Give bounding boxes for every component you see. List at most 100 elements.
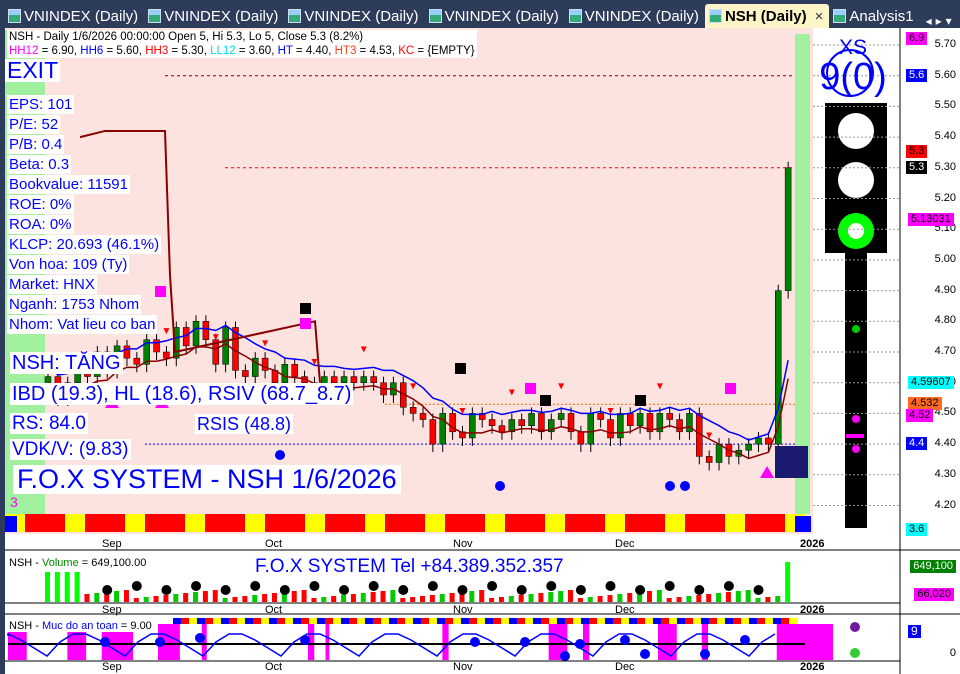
safety-tag: 9	[908, 625, 921, 638]
candle	[439, 413, 446, 445]
safety-stripe	[629, 618, 637, 624]
candle	[577, 431, 585, 445]
safety-stripe	[717, 618, 725, 624]
chart-icon	[148, 9, 162, 23]
tab-scroll-icon[interactable]: ◂▸▾	[926, 14, 956, 28]
volume-bar	[775, 596, 781, 602]
tab-2[interactable]: VNINDEX (Daily)	[284, 4, 424, 28]
trend-stripe	[625, 514, 645, 532]
volume-bar	[627, 593, 633, 602]
candle	[676, 419, 683, 433]
safety-stripe	[597, 618, 605, 624]
safety-dot	[470, 637, 480, 647]
volume-bar	[360, 593, 366, 602]
volume-bar	[785, 562, 791, 602]
safety-stripe	[285, 618, 293, 624]
trend-stripe	[265, 514, 285, 532]
tab-label: VNINDEX (Daily)	[164, 7, 279, 25]
chart-window[interactable]: NSH - Daily 1/6/2026 00:00:00 Open 5, Hi…	[5, 28, 960, 674]
safety-stripe	[461, 618, 469, 624]
volume-dot	[191, 581, 202, 591]
tab-3[interactable]: VNINDEX (Daily)	[425, 4, 565, 28]
safety-stripe	[693, 618, 701, 624]
volume-bar	[528, 594, 534, 602]
tab-label: NSH (Daily)	[724, 7, 807, 25]
candle	[330, 376, 338, 383]
safety-stripe	[653, 618, 661, 624]
volume-bar	[716, 593, 722, 602]
volume-bar	[370, 592, 376, 602]
volume-bar	[64, 572, 70, 602]
volume-bar	[558, 591, 564, 602]
safety-stripe	[749, 618, 757, 624]
black-marker	[455, 363, 466, 374]
candle	[202, 321, 210, 340]
candle	[123, 345, 131, 359]
safety-stripe	[677, 618, 685, 624]
volume-bar	[74, 572, 80, 602]
safety-stripe	[741, 618, 749, 624]
volume-dot	[220, 585, 231, 595]
price-tag: 5.3	[906, 160, 928, 174]
tab-0[interactable]: VNINDEX (Daily)	[4, 4, 144, 28]
chart-header: NSH - Daily 1/6/2026 00:00:00 Open 5, Hi…	[7, 30, 477, 58]
price-tick: 4.80	[934, 314, 956, 327]
info-badge	[680, 481, 690, 491]
volume-bar	[489, 598, 495, 602]
candle	[557, 413, 565, 420]
price-tag: 4.4	[906, 437, 928, 451]
trend-stripe	[105, 514, 125, 532]
safety-stripe	[349, 618, 357, 624]
pole-mark	[846, 434, 864, 438]
trend-stripe	[305, 514, 325, 532]
price-tick: 5.20	[934, 191, 956, 204]
volume-bar	[390, 590, 396, 602]
safety-stripe	[253, 618, 261, 624]
volume-ma-tag: 66,020	[914, 588, 954, 601]
volume-bar	[429, 595, 435, 602]
safety-stripe	[373, 618, 381, 624]
safety-stripe	[317, 618, 325, 624]
date-label: Oct	[265, 604, 283, 616]
chart-icon	[8, 9, 21, 23]
safety-dot	[640, 649, 650, 659]
safety-stripe	[213, 618, 221, 624]
volume-dot	[161, 585, 172, 595]
candle	[153, 339, 160, 353]
safety-stripe	[181, 618, 189, 624]
fundamental-item: Von hoa: 109 (Ty)	[7, 255, 130, 274]
price-tick: 4.90	[934, 283, 956, 296]
safety-dot	[100, 637, 110, 647]
candle	[617, 413, 624, 439]
tab-5[interactable]: NSH (Daily) ×	[704, 4, 830, 28]
trend-label: NSH: TĂNG	[10, 352, 123, 374]
safety-stripe	[381, 618, 389, 624]
candle	[469, 413, 476, 439]
fundamental-item: EPS: 101	[7, 95, 75, 114]
volume-bar	[755, 598, 761, 602]
safety-stripe	[509, 618, 517, 624]
safety-zone	[325, 624, 330, 660]
tab-4[interactable]: VNINDEX (Daily)	[565, 4, 705, 28]
tab-1[interactable]: VNINDEX (Daily)	[144, 4, 284, 28]
price-tag: 5.13031	[908, 212, 954, 226]
date-label: Dec	[615, 661, 635, 673]
volume-bar	[706, 594, 712, 602]
safety-stripe	[621, 618, 629, 624]
magenta-marker	[525, 383, 536, 394]
safety-stripe	[237, 618, 245, 624]
volume-bar	[143, 597, 149, 602]
tab-6[interactable]: Analysis1	[829, 4, 919, 28]
ibd-label: IBD (19.3), HL (18.6), RSIV (68.7_8.7)	[10, 383, 354, 405]
candle	[409, 407, 417, 414]
candle	[163, 351, 170, 359]
tab-label: Analysis1	[849, 7, 914, 25]
header-part: KC	[398, 45, 415, 57]
trend-stripe	[645, 514, 665, 532]
safety-stripe	[637, 618, 645, 624]
close-tab-icon[interactable]: ×	[815, 8, 824, 25]
price-tick: 5.30	[934, 160, 956, 173]
safety-stripe	[293, 618, 301, 624]
chart-icon	[288, 9, 302, 23]
safety-stripe	[765, 618, 773, 624]
